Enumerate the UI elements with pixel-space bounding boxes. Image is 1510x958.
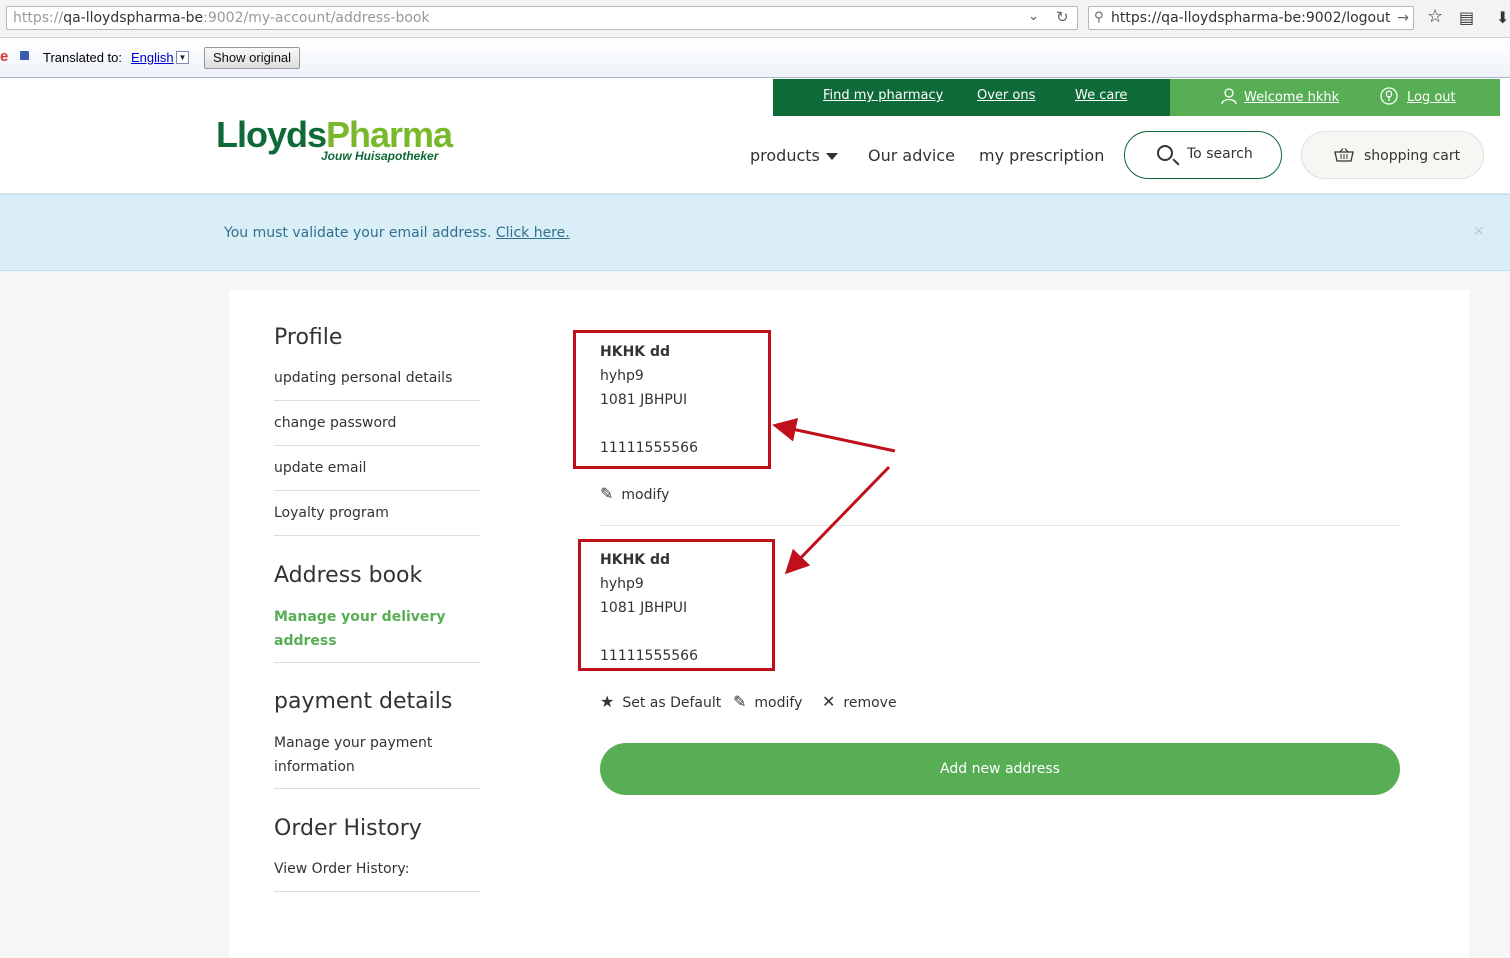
sidebar-divider bbox=[274, 662, 480, 663]
translate-bar: e Translated to: English ▼ Show original bbox=[0, 38, 1510, 78]
browser-toolbar: https://qa-lloydspharma-be:9002/my-accou… bbox=[0, 0, 1510, 38]
we-care-link[interactable]: We care bbox=[1075, 88, 1127, 103]
close-icon[interactable]: × bbox=[1473, 223, 1485, 239]
sidebar-item-update-email[interactable]: update email bbox=[274, 460, 366, 476]
set-default-label: Set as Default bbox=[622, 695, 722, 711]
address-bar[interactable]: https://qa-lloydspharma-be:9002/my-accou… bbox=[6, 6, 1078, 30]
shopping-cart-label: shopping cart bbox=[1364, 148, 1461, 164]
email-validation-alert: You must validate your email address. Cl… bbox=[0, 194, 1510, 271]
sidebar-divider bbox=[274, 490, 480, 491]
sidebar-item-order-history[interactable]: View Order History: bbox=[274, 861, 409, 877]
url-prefix: https:// bbox=[13, 10, 64, 26]
search-field-value: https://qa-lloydspharma-be:9002/logout bbox=[1111, 10, 1391, 26]
translate-language-select[interactable]: English bbox=[131, 50, 174, 65]
over-ons-link[interactable]: Over ons bbox=[977, 88, 1035, 103]
lock-icon bbox=[20, 51, 29, 60]
logo-tagline: Jouw Huisapotheker bbox=[321, 149, 439, 163]
translate-label: Translated to: bbox=[43, 50, 123, 65]
sidebar-item-payment-info[interactable]: Manage your payment information bbox=[274, 731, 474, 779]
payment-details-heading: payment details bbox=[274, 689, 453, 714]
logo-word-lloyds: Lloyds bbox=[216, 114, 327, 155]
shopping-cart-button[interactable]: shopping cart bbox=[1301, 131, 1484, 179]
remove-label: remove bbox=[843, 695, 897, 711]
basket-icon bbox=[1334, 148, 1354, 162]
chevron-down-icon[interactable]: ▼ bbox=[176, 51, 189, 64]
go-arrow-icon[interactable]: → bbox=[1397, 7, 1409, 29]
sidebar-divider bbox=[274, 535, 480, 536]
nav-products[interactable]: products bbox=[750, 146, 838, 165]
find-pharmacy-link[interactable]: Find my pharmacy bbox=[823, 88, 943, 103]
search-button-label: To search bbox=[1187, 146, 1253, 162]
profile-heading: Profile bbox=[274, 325, 343, 350]
star-icon: ★ bbox=[600, 692, 615, 711]
site-logo[interactable]: LloydsPharma Jouw Huisapotheker bbox=[216, 114, 453, 164]
logout-icon bbox=[1380, 87, 1398, 109]
bookmark-star-icon[interactable]: ☆ bbox=[1427, 6, 1443, 27]
url-dropdown-icon[interactable]: ⌄ bbox=[1028, 9, 1039, 24]
search-button[interactable]: To search bbox=[1124, 131, 1282, 179]
set-default-button[interactable]: ★ Set as Default bbox=[600, 692, 721, 711]
remove-button[interactable]: ✕ remove bbox=[822, 692, 897, 711]
sidebar-item-loyalty[interactable]: Loyalty program bbox=[274, 505, 389, 521]
sidebar-item-delivery-address[interactable]: Manage your delivery address bbox=[274, 605, 474, 653]
reload-icon[interactable]: ↻ bbox=[1056, 8, 1069, 26]
sidebar-item-change-password[interactable]: change password bbox=[274, 415, 396, 431]
nav-products-label: products bbox=[750, 146, 820, 165]
modify-button[interactable]: ✎ modify bbox=[733, 692, 802, 711]
pencil-icon: ✎ bbox=[600, 484, 614, 503]
sidebar-divider bbox=[274, 891, 480, 892]
download-icon[interactable]: ⬇ bbox=[1496, 8, 1509, 27]
search-icon bbox=[1157, 145, 1173, 161]
modify-button[interactable]: ✎ modify bbox=[600, 484, 669, 503]
validate-email-link[interactable]: Click here. bbox=[496, 225, 570, 241]
search-icon: ⚲ bbox=[1094, 10, 1104, 25]
annotation-box bbox=[578, 539, 775, 671]
nav-our-advice[interactable]: Our advice bbox=[868, 146, 955, 165]
url-host: qa-lloydspharma-be bbox=[63, 10, 204, 26]
translate-icon: e bbox=[0, 48, 9, 65]
show-original-button[interactable]: Show original bbox=[204, 47, 301, 69]
welcome-link[interactable]: Welcome hkhk bbox=[1244, 90, 1339, 105]
right-edge-background bbox=[1469, 271, 1510, 958]
close-icon: ✕ bbox=[822, 692, 836, 711]
sidebar-divider bbox=[274, 400, 480, 401]
modify-label: modify bbox=[621, 487, 670, 503]
alert-message: You must validate your email address. Cl… bbox=[224, 225, 570, 241]
url-path: :9002/my-account/address-book bbox=[203, 10, 430, 26]
sidebar-divider bbox=[274, 788, 480, 789]
caret-down-icon bbox=[825, 153, 838, 160]
alert-message-text: You must validate your email address. bbox=[224, 225, 496, 241]
order-history-heading: Order History bbox=[274, 816, 422, 841]
sidebar-item-personal-details[interactable]: updating personal details bbox=[274, 370, 452, 386]
user-icon bbox=[1220, 87, 1238, 109]
reading-list-icon[interactable]: ▤ bbox=[1459, 8, 1474, 27]
sidebar-divider bbox=[274, 445, 480, 446]
browser-search-field[interactable]: ⚲ https://qa-lloydspharma-be:9002/logout… bbox=[1088, 6, 1414, 30]
modify-label: modify bbox=[754, 695, 803, 711]
annotation-box bbox=[573, 330, 771, 469]
add-new-address-button[interactable]: Add new address bbox=[600, 743, 1400, 795]
address-book-heading: Address book bbox=[274, 563, 423, 588]
address-divider bbox=[600, 525, 1400, 526]
logout-link[interactable]: Log out bbox=[1407, 90, 1456, 105]
pencil-icon: ✎ bbox=[733, 692, 747, 711]
nav-my-prescription[interactable]: my prescription bbox=[979, 146, 1104, 165]
